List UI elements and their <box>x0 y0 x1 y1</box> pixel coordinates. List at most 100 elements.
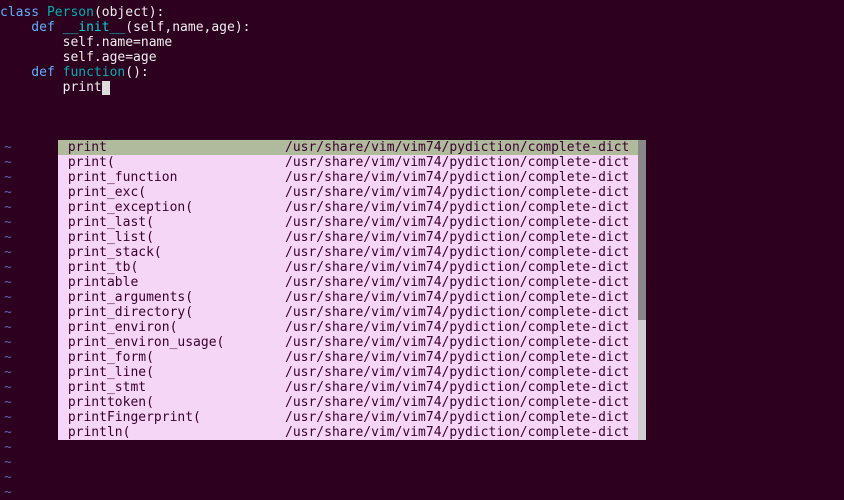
method-name-init: __init__ <box>63 20 126 35</box>
completion-label: print_last( <box>60 215 285 230</box>
completion-item[interactable]: print_function/usr/share/vim/vim74/pydic… <box>58 170 638 185</box>
completion-item[interactable]: print_list(/usr/share/vim/vim74/pydictio… <box>58 230 638 245</box>
completion-item[interactable]: printtoken(/usr/share/vim/vim74/pydictio… <box>58 395 638 410</box>
keyword-def: def <box>0 20 63 35</box>
tilde-icon: ~ <box>4 455 12 470</box>
completion-item[interactable]: print_environ_usage(/usr/share/vim/vim74… <box>58 335 638 350</box>
completion-source: /usr/share/vim/vim74/pydiction/complete-… <box>285 380 634 395</box>
completion-label: print_exc( <box>60 185 285 200</box>
code-text: self.name=name <box>0 35 172 50</box>
completion-source: /usr/share/vim/vim74/pydiction/complete-… <box>285 335 634 350</box>
tilde-icon: ~ <box>4 185 12 200</box>
tilde-icon: ~ <box>4 470 12 485</box>
tilde-icon: ~ <box>4 170 12 185</box>
tilde-icon: ~ <box>4 395 12 410</box>
completion-label: print_tb( <box>60 260 285 275</box>
completion-item[interactable]: print_exception(/usr/share/vim/vim74/pyd… <box>58 200 638 215</box>
completion-item[interactable]: printable/usr/share/vim/vim74/pydiction/… <box>58 275 638 290</box>
completion-item[interactable]: print_stack(/usr/share/vim/vim74/pydicti… <box>58 245 638 260</box>
code-line-3: self.name=name <box>0 35 844 50</box>
completion-source: /usr/share/vim/vim74/pydiction/complete-… <box>285 350 634 365</box>
tilde-icon: ~ <box>4 260 12 275</box>
completion-label: print_environ( <box>60 320 285 335</box>
completion-item[interactable]: print_stmt/usr/share/vim/vim74/pydiction… <box>58 380 638 395</box>
code-line-4: self.age=age <box>0 50 844 65</box>
completion-source: /usr/share/vim/vim74/pydiction/complete-… <box>285 185 634 200</box>
completion-popup[interactable]: print/usr/share/vim/vim74/pydiction/comp… <box>58 140 638 440</box>
tilde-icon: ~ <box>4 140 12 155</box>
completion-source: /usr/share/vim/vim74/pydiction/complete-… <box>285 395 634 410</box>
tilde-icon: ~ <box>4 365 12 380</box>
completion-source: /usr/share/vim/vim74/pydiction/complete-… <box>285 425 634 440</box>
completion-source: /usr/share/vim/vim74/pydiction/complete-… <box>285 140 634 155</box>
completion-item[interactable]: print_line(/usr/share/vim/vim74/pydictio… <box>58 365 638 380</box>
tilde-icon: ~ <box>4 215 12 230</box>
typed-text: print <box>63 80 102 95</box>
keyword-class: class <box>0 5 47 20</box>
completion-label: print_stmt <box>60 380 285 395</box>
function-params: (): <box>125 65 148 80</box>
tilde-icon: ~ <box>4 410 12 425</box>
completion-source: /usr/share/vim/vim74/pydiction/complete-… <box>285 215 634 230</box>
code-text: self.age=age <box>0 50 157 65</box>
completion-label: printtoken( <box>60 395 285 410</box>
code-line-6: def function(): <box>0 65 844 80</box>
completion-source: /usr/share/vim/vim74/pydiction/complete-… <box>285 245 634 260</box>
tilde-icon: ~ <box>4 155 12 170</box>
completion-source: /usr/share/vim/vim74/pydiction/complete-… <box>285 290 634 305</box>
tilde-icon: ~ <box>4 380 12 395</box>
completion-item[interactable]: print(/usr/share/vim/vim74/pydiction/com… <box>58 155 638 170</box>
tilde-icon: ~ <box>4 350 12 365</box>
tilde-icon: ~ <box>4 440 12 455</box>
completion-label: print( <box>60 155 285 170</box>
indent <box>0 80 63 95</box>
text-cursor <box>102 81 110 95</box>
completion-label: print_stack( <box>60 245 285 260</box>
code-line-7: print <box>0 80 844 95</box>
completion-label: printable <box>60 275 285 290</box>
completion-source: /usr/share/vim/vim74/pydiction/complete-… <box>285 155 634 170</box>
completion-source: /usr/share/vim/vim74/pydiction/complete-… <box>285 305 634 320</box>
completion-label: print_form( <box>60 350 285 365</box>
tilde-icon: ~ <box>4 200 12 215</box>
completion-label: print_arguments( <box>60 290 285 305</box>
tilde-icon: ~ <box>4 335 12 350</box>
completion-item[interactable]: print_directory(/usr/share/vim/vim74/pyd… <box>58 305 638 320</box>
tilde-icon: ~ <box>4 290 12 305</box>
completion-source: /usr/share/vim/vim74/pydiction/complete-… <box>285 410 634 425</box>
tilde-icon: ~ <box>4 485 12 500</box>
tilde-icon: ~ <box>4 245 12 260</box>
completion-label: print_function <box>60 170 285 185</box>
tilde-icon: ~ <box>4 230 12 245</box>
tilde-icon: ~ <box>4 305 12 320</box>
completion-item[interactable]: print_form(/usr/share/vim/vim74/pydictio… <box>58 350 638 365</box>
completion-source: /usr/share/vim/vim74/pydiction/complete-… <box>285 230 634 245</box>
completion-source: /usr/share/vim/vim74/pydiction/complete-… <box>285 320 634 335</box>
completion-source: /usr/share/vim/vim74/pydiction/complete-… <box>285 200 634 215</box>
completion-label: print_directory( <box>60 305 285 320</box>
popup-scrollbar-thumb[interactable] <box>638 140 646 320</box>
completion-item[interactable]: print_environ(/usr/share/vim/vim74/pydic… <box>58 320 638 335</box>
completion-item[interactable]: print_exc(/usr/share/vim/vim74/pydiction… <box>58 185 638 200</box>
completion-source: /usr/share/vim/vim74/pydiction/complete-… <box>285 365 634 380</box>
method-name-function: function <box>63 65 126 80</box>
completion-label: print_line( <box>60 365 285 380</box>
completion-item[interactable]: print/usr/share/vim/vim74/pydiction/comp… <box>58 140 638 155</box>
tilde-icon: ~ <box>4 320 12 335</box>
completion-label: print_environ_usage( <box>60 335 285 350</box>
completion-item[interactable]: print_arguments(/usr/share/vim/vim74/pyd… <box>58 290 638 305</box>
tilde-icon: ~ <box>4 425 12 440</box>
completion-item[interactable]: print_tb(/usr/share/vim/vim74/pydiction/… <box>58 260 638 275</box>
completion-source: /usr/share/vim/vim74/pydiction/complete-… <box>285 275 634 290</box>
init-params: (self,name,age): <box>125 20 250 35</box>
vim-editor[interactable]: class Person(object): def __init__(self,… <box>0 0 844 500</box>
completion-label: printFingerprint( <box>60 410 285 425</box>
empty-line-tildes: ~~~~~~~~~~~~~~~~~~~~~~~~ <box>4 140 12 500</box>
completion-item[interactable]: printFingerprint(/usr/share/vim/vim74/py… <box>58 410 638 425</box>
completion-source: /usr/share/vim/vim74/pydiction/complete-… <box>285 170 634 185</box>
code-line-2: def __init__(self,name,age): <box>0 20 844 35</box>
keyword-def: def <box>0 65 63 80</box>
completion-item[interactable]: print_last(/usr/share/vim/vim74/pydictio… <box>58 215 638 230</box>
completion-item[interactable]: println(/usr/share/vim/vim74/pydiction/c… <box>58 425 638 440</box>
tilde-icon: ~ <box>4 275 12 290</box>
